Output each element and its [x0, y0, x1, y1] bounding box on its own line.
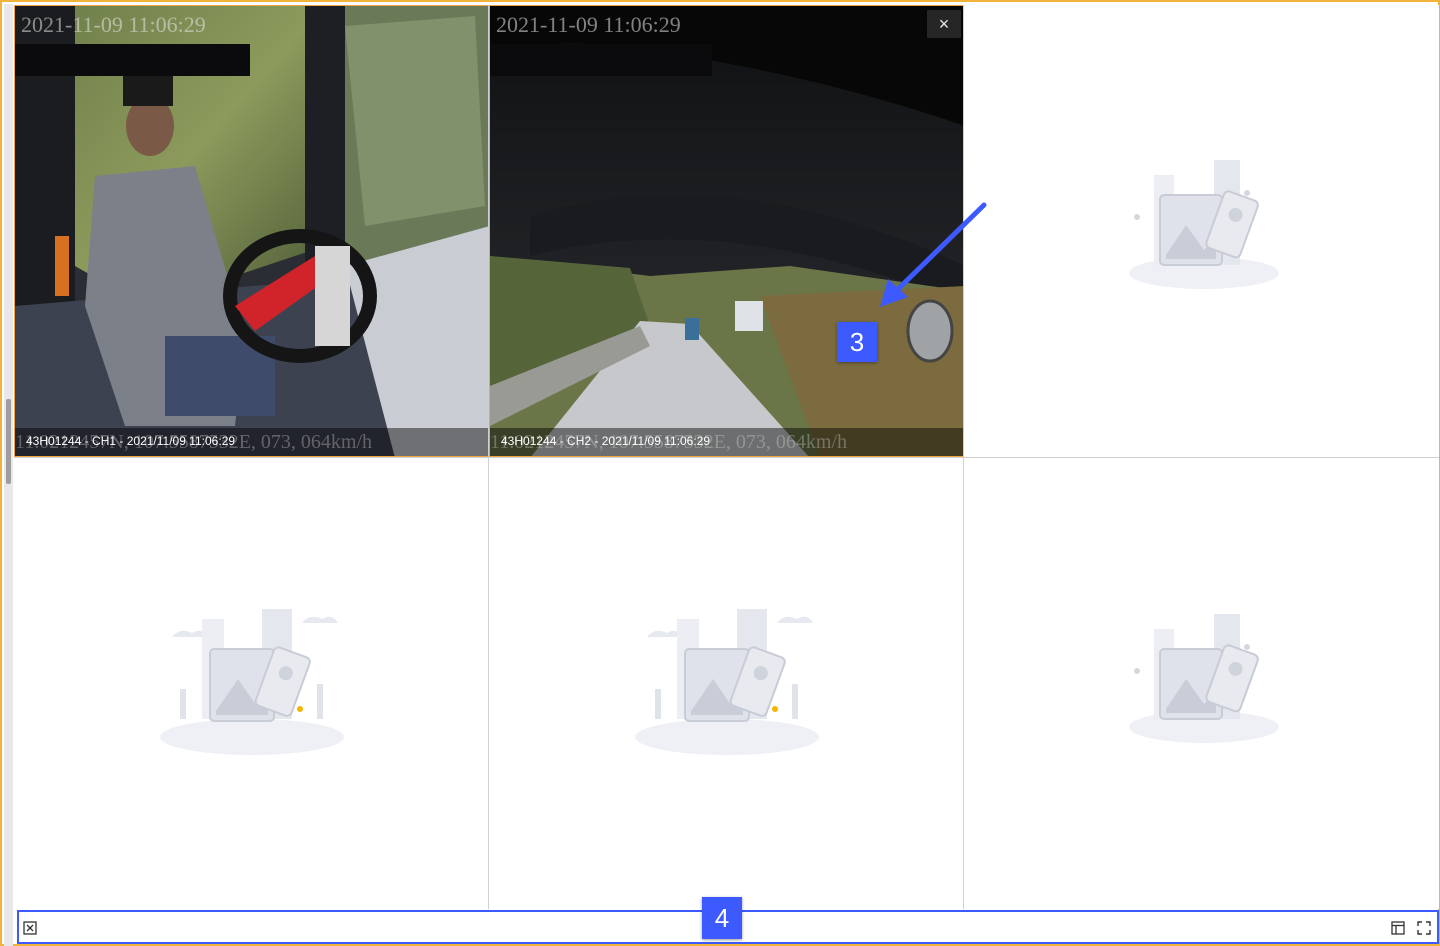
redacted-label [490, 44, 712, 76]
no-video-icon [1129, 160, 1279, 289]
close-video-button[interactable]: × [927, 10, 961, 38]
no-video-icon [1129, 614, 1279, 743]
empty-video-panel[interactable] [964, 457, 1439, 909]
annotation-badge-3: 3 [837, 322, 877, 362]
overlay-timestamp: 2021-11-09 11:06:29 [21, 12, 206, 37]
annotation-badge-4: 4 [702, 897, 742, 939]
scrollbar-thumb[interactable] [6, 399, 11, 484]
empty-video-panel[interactable] [14, 457, 489, 909]
grid-divider [14, 457, 964, 458]
fullscreen-icon[interactable] [1417, 921, 1431, 935]
overlay-timestamp: 2021-11-09 11:06:29 [496, 12, 681, 37]
video-caption: 43H01244 - CH2 - 2021/11/09 11:06:29 [501, 434, 711, 448]
layout-icon[interactable] [1391, 921, 1405, 935]
empty-video-panel[interactable] [964, 5, 1439, 457]
no-video-icon [160, 609, 344, 755]
video-caption: 43H01244 - CH1 - 2021/11/09 11:06:29 [26, 434, 236, 448]
video-grid: 2021-11-09 11:06:29 11.0212457N, 107.558… [14, 5, 1439, 909]
annotation-arrow-icon [880, 202, 987, 307]
no-video-icon [635, 609, 819, 755]
close-all-icon[interactable] [23, 921, 37, 935]
video-panel-ch1[interactable]: 2021-11-09 11:06:29 11.0212457N, 107.558… [14, 5, 489, 457]
redacted-label [15, 44, 250, 76]
video-wall-frame: 2021-11-09 11:06:29 11.0212457N, 107.558… [0, 0, 1440, 946]
grid-divider [964, 457, 1439, 458]
left-scrollbar[interactable] [4, 4, 13, 946]
empty-video-panel[interactable] [489, 457, 964, 909]
